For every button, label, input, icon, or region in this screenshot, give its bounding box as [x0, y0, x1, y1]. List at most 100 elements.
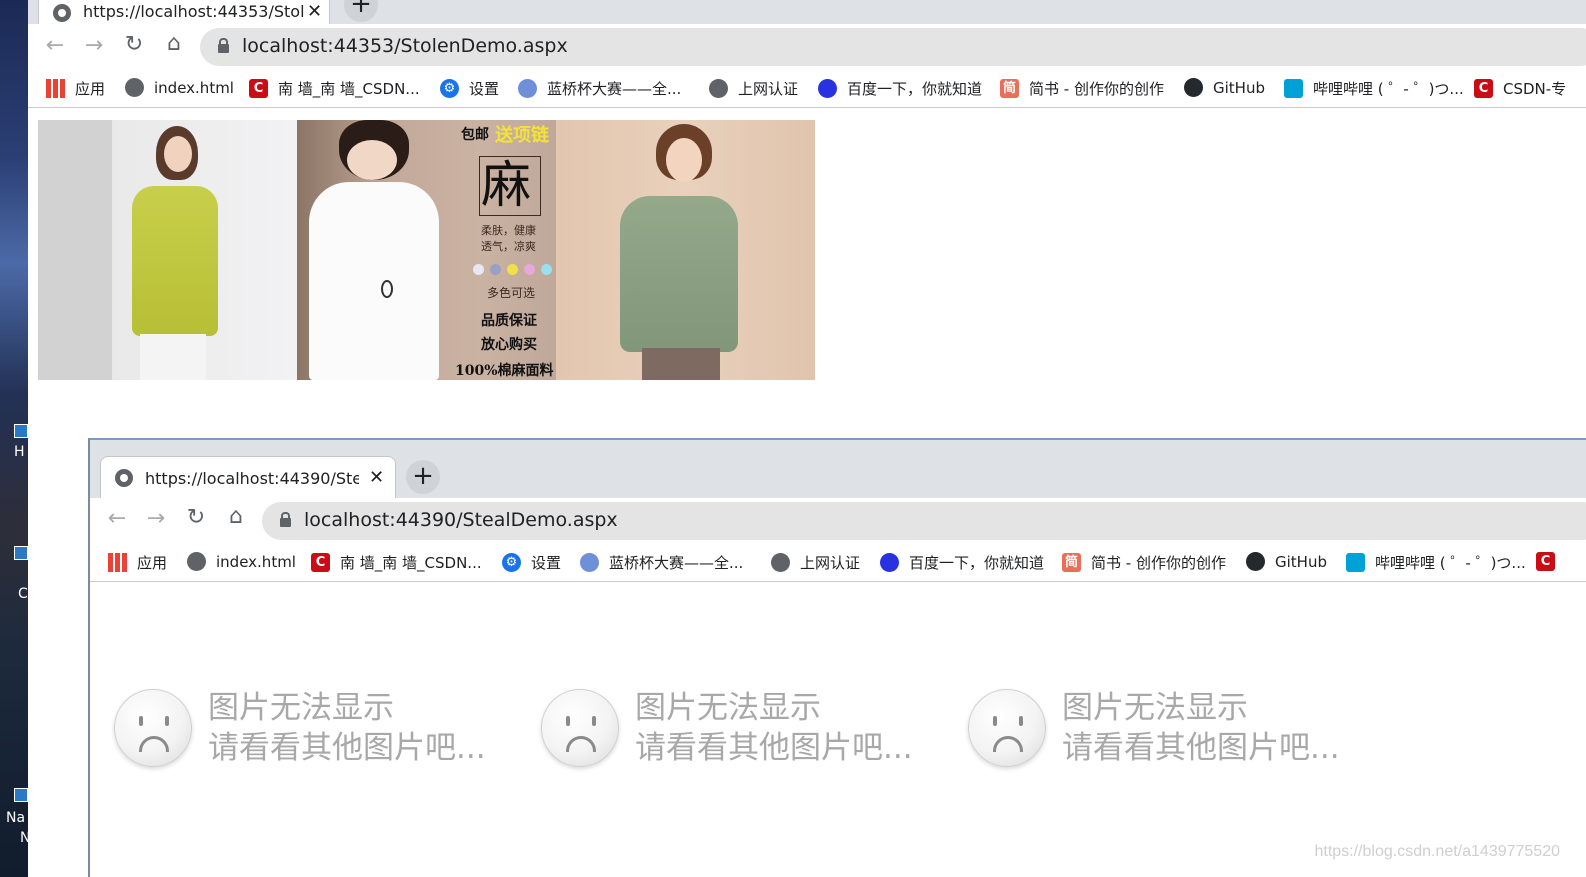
broken-image-subtitle: 请看看其他图片吧... [635, 730, 913, 766]
product-image-yellow-shirt [38, 120, 297, 380]
baidu-paw-icon [818, 79, 837, 98]
baidu-paw-icon [880, 553, 899, 572]
tab-title: https://localhost:44353/Stolen [83, 2, 305, 21]
sad-face-icon [541, 689, 619, 767]
desktop-shortcut-icon[interactable] [14, 546, 28, 560]
tab-strip: https://localhost:44390/StealD ✕ + [90, 440, 1586, 498]
bookmark-lanqiao[interactable]: 蓝桥杯大赛——全... [580, 552, 743, 573]
color-swatch [473, 264, 484, 275]
desktop-shortcut-icon[interactable] [14, 424, 28, 438]
csdn-icon: C [1536, 552, 1555, 571]
bookmark-apps[interactable]: 应用 [46, 78, 105, 99]
bookmark-csdn[interactable]: C南 墙_南 墙_CSDN... [311, 552, 482, 573]
apps-grid-icon [46, 79, 65, 98]
new-tab-button[interactable]: + [344, 0, 378, 22]
broken-image-subtitle: 请看看其他图片吧... [208, 730, 486, 766]
broken-image-placeholder: 图片无法显示 请看看其他图片吧... [114, 688, 486, 768]
apps-grid-icon [108, 553, 127, 572]
bookmark-settings[interactable]: ⚙ 设置 [502, 552, 561, 573]
bookmark-bilibili[interactable]: 哔哩哔哩 ( ゜- ゜)つ... [1284, 78, 1464, 99]
desktop-label: Na [6, 810, 26, 826]
globe-icon [771, 553, 790, 572]
bookmark-github[interactable]: GitHub [1184, 78, 1265, 97]
ad-line: 放心购买 [481, 337, 537, 353]
ad-big-char: 麻 [481, 156, 531, 214]
github-icon [1184, 78, 1203, 97]
reload-icon[interactable]: ↻ [181, 505, 211, 530]
browser-toolbar: ← → ↻ ⌂ localhost:44390/StealDemo.aspx [90, 498, 1586, 544]
jianshu-icon: 简 [1000, 79, 1019, 98]
bookmark-bilibili[interactable]: 哔哩哔哩 ( ゜- ゜)つ... [1346, 552, 1526, 573]
bilibili-icon [1346, 553, 1365, 572]
globe-icon [187, 552, 206, 571]
color-swatch [524, 264, 535, 275]
back-arrow-icon[interactable]: ← [102, 506, 132, 531]
browser-toolbar: ← → ↻ ⌂ localhost:44353/StolenDemo.aspx [28, 24, 1586, 70]
bookmark-csdn-2[interactable]: C CSDN-专 [1474, 78, 1566, 99]
bookmark-jianshu[interactable]: 简简书 - 创作你的创作 [1000, 78, 1164, 99]
desktop-label: H [14, 444, 25, 460]
lock-icon [280, 512, 291, 527]
globe-icon [125, 78, 144, 97]
bookmarks-bar: 应用 index.html C南 墙_南 墙_CSDN... ⚙ 设置 蓝桥杯大赛… [90, 544, 1586, 582]
bookmark-apps[interactable]: 应用 [108, 552, 167, 573]
bookmark-csdn[interactable]: C南 墙_南 墙_CSDN... [249, 78, 420, 99]
broken-image-title: 图片无法显示 [1062, 690, 1248, 726]
address-bar[interactable]: localhost:44390/StealDemo.aspx [262, 502, 1586, 540]
ad-tag-text: 包邮 [461, 127, 489, 143]
bookmark-jianshu[interactable]: 简简书 - 创作你的创作 [1062, 552, 1226, 573]
bookmark-baidu[interactable]: 百度一下，你就知道 [818, 78, 982, 99]
globe-icon [115, 469, 133, 487]
broken-image-subtitle: 请看看其他图片吧... [1062, 730, 1340, 766]
browser-window-steal: https://localhost:44390/StealD ✕ + ← → ↻… [88, 438, 1586, 877]
close-icon[interactable]: ✕ [369, 467, 384, 488]
ad-line: 品质保证 [481, 313, 537, 329]
desktop-shortcut-icon[interactable] [14, 788, 28, 802]
bookmark-network-auth[interactable]: 上网认证 [709, 78, 798, 99]
home-icon[interactable]: ⌂ [221, 504, 251, 529]
bookmark-lanqiao[interactable]: 蓝桥杯大赛——全... [518, 78, 681, 99]
jianshu-icon: 简 [1062, 553, 1081, 572]
desktop-label: C [18, 586, 28, 602]
reload-icon[interactable]: ↻ [119, 32, 149, 57]
forward-arrow-icon[interactable]: → [141, 506, 171, 531]
close-icon[interactable]: ✕ [307, 1, 322, 22]
home-icon[interactable]: ⌂ [159, 31, 189, 56]
csdn-icon: C [311, 553, 330, 572]
forward-arrow-icon[interactable]: → [79, 33, 109, 58]
watermark: https://blog.csdn.net/a1439775520 [1314, 843, 1560, 860]
bilibili-icon [1284, 79, 1303, 98]
broken-image-placeholder: 图片无法显示 请看看其他图片吧... [968, 688, 1340, 768]
browser-tab[interactable]: https://localhost:44353/Stolen ✕ [38, 0, 330, 24]
bookmark-index[interactable]: index.html [125, 78, 234, 97]
url-text: localhost:44353/StolenDemo.aspx [242, 35, 568, 57]
broken-image-placeholder: 图片无法显示 请看看其他图片吧... [541, 688, 913, 768]
sad-face-icon [968, 689, 1046, 767]
new-tab-button[interactable]: + [406, 460, 440, 494]
bookmark-baidu[interactable]: 百度一下，你就知道 [880, 552, 1044, 573]
gear-icon: ⚙ [440, 79, 459, 98]
browser-tab[interactable]: https://localhost:44390/StealD ✕ [100, 456, 396, 498]
gear-icon: ⚙ [502, 553, 521, 572]
bookmark-settings[interactable]: ⚙ 设置 [440, 78, 499, 99]
back-arrow-icon[interactable]: ← [40, 33, 70, 58]
address-bar[interactable]: localhost:44353/StolenDemo.aspx [200, 28, 1586, 66]
globe-icon [53, 4, 71, 22]
ad-highlight-text: 送项链 [495, 125, 549, 146]
sad-face-icon [114, 689, 192, 767]
ad-sub-text: 透气，凉爽 [481, 240, 536, 253]
bookmark-github[interactable]: GitHub [1246, 552, 1327, 571]
broken-image-title: 图片无法显示 [635, 690, 821, 726]
csdn-icon: C [249, 79, 268, 98]
github-icon [1246, 552, 1265, 571]
url-text: localhost:44390/StealDemo.aspx [304, 509, 618, 531]
desktop-background: H C Na N [0, 0, 30, 877]
broken-image-title: 图片无法显示 [208, 690, 394, 726]
bookmark-csdn-2[interactable]: C [1536, 552, 1565, 571]
ad-sub-text: 柔肤，健康 [481, 224, 536, 237]
lanqiao-icon [580, 553, 599, 572]
bookmark-index[interactable]: index.html [187, 552, 296, 571]
lock-icon [218, 38, 229, 53]
bookmarks-bar: 应用 index.html C南 墙_南 墙_CSDN... ⚙ 设置 蓝桥杯大赛… [28, 70, 1586, 108]
bookmark-network-auth[interactable]: 上网认证 [771, 552, 860, 573]
